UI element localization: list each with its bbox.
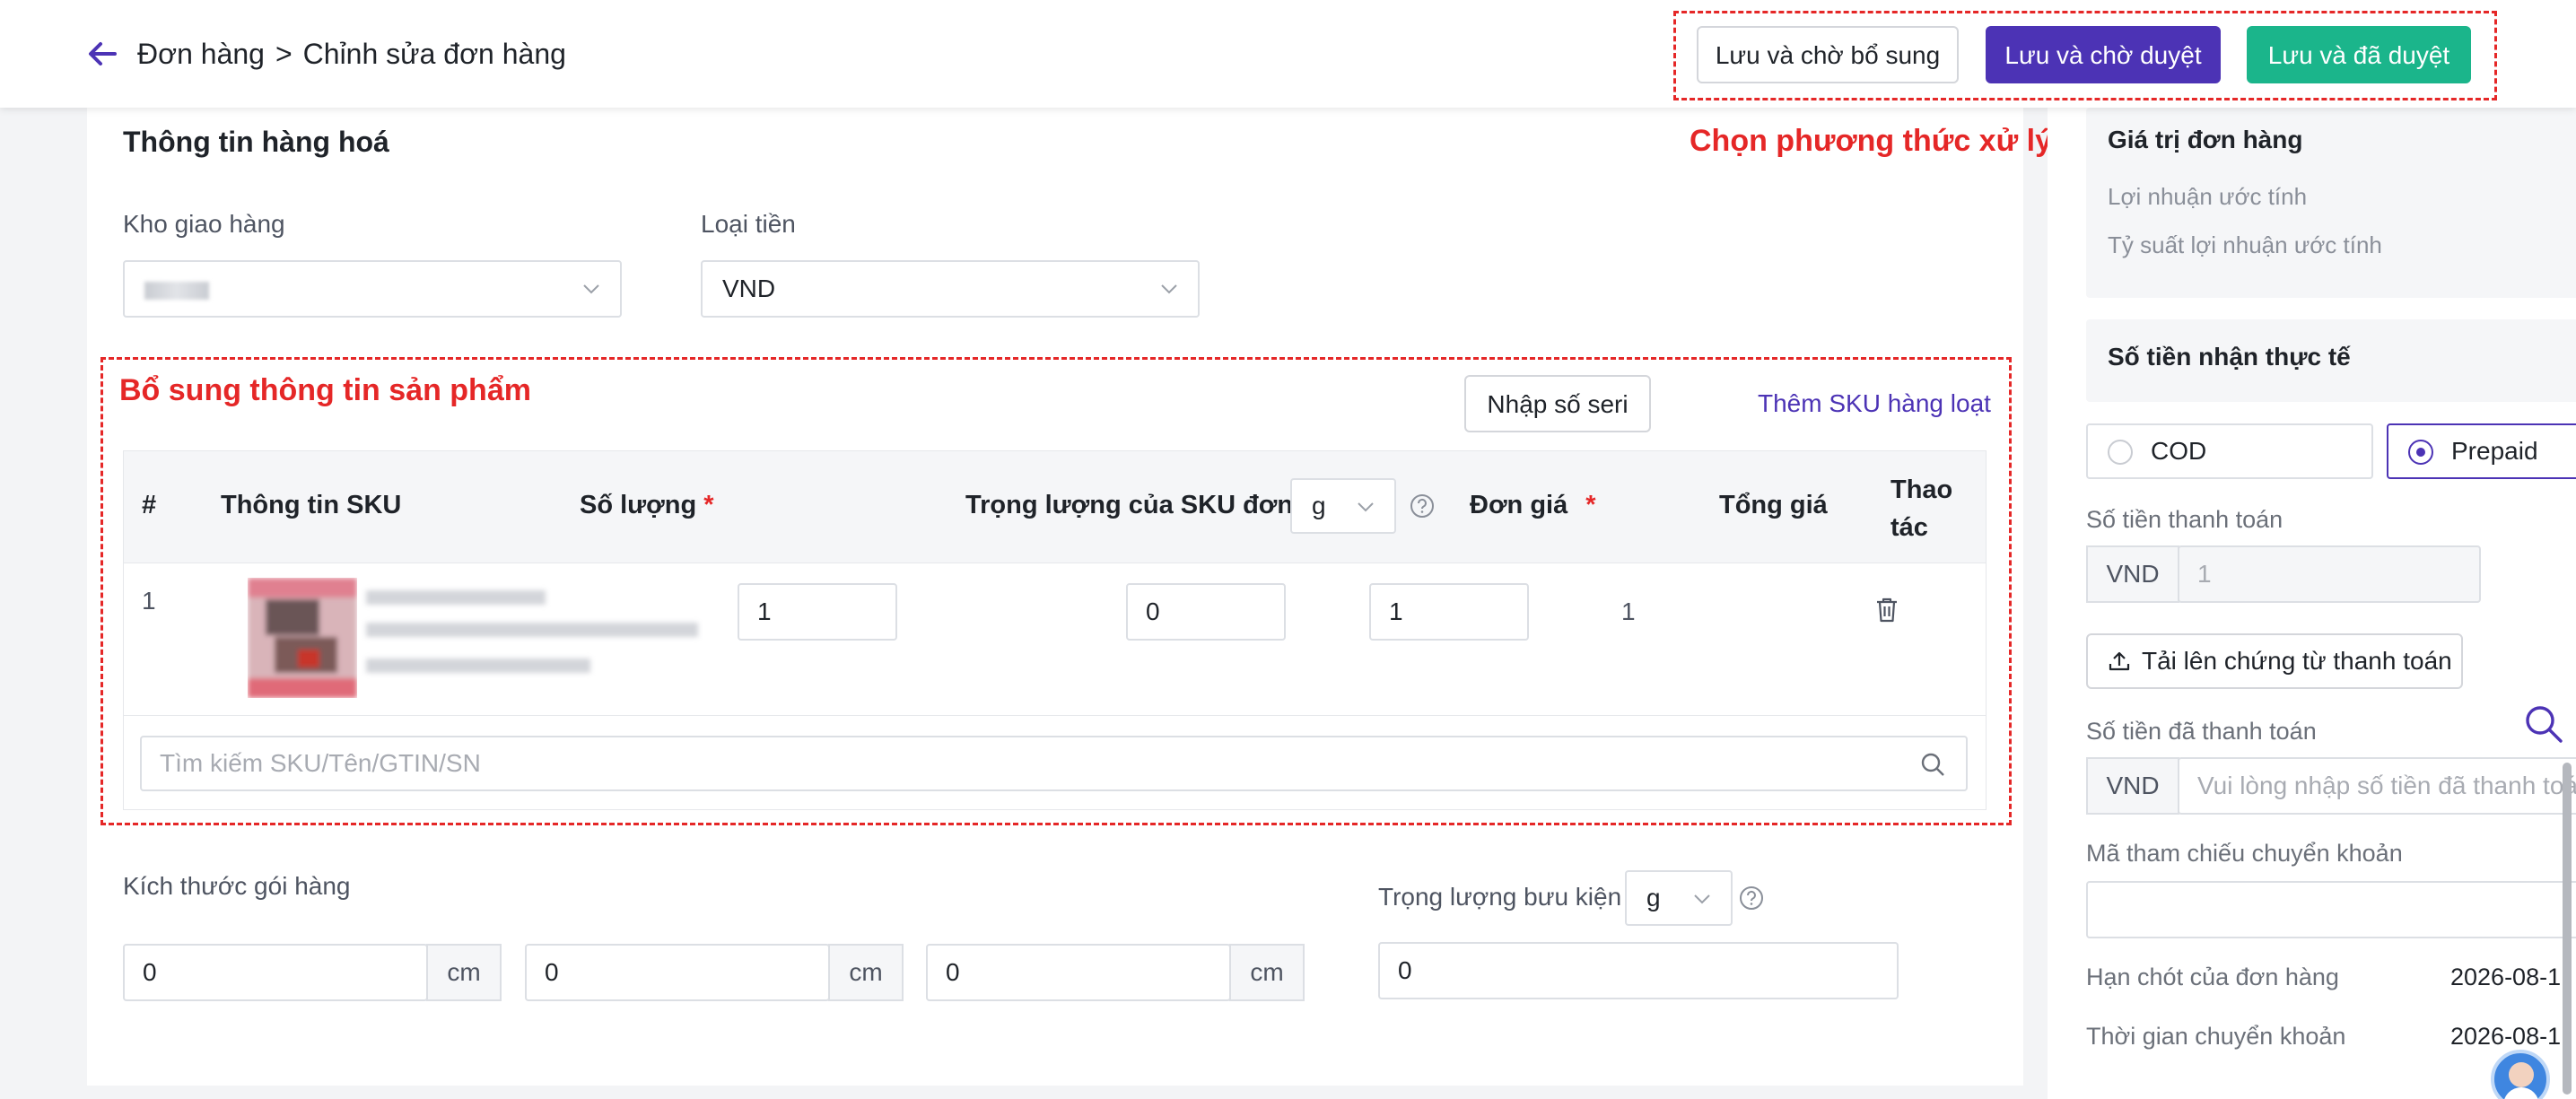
sku-table-header: # Thông tin SKU Số lượng * Trọng lượng củ…: [123, 450, 1987, 563]
warehouse-label: Kho giao hàng: [123, 210, 285, 238]
cod-radio[interactable]: COD: [2086, 423, 2373, 479]
breadcrumb-current: Chỉnh sửa đơn hàng: [302, 38, 566, 70]
section-title: Thông tin hàng hoá: [123, 126, 389, 158]
product-thumbnail: [248, 578, 357, 698]
paid-currency: VND: [2086, 757, 2179, 815]
row-total: 1: [1621, 597, 1636, 625]
transfer-time-label: Thời gian chuyển khoản: [2086, 1023, 2346, 1050]
avatar-body: [2503, 1087, 2539, 1099]
package-height-input[interactable]: 0: [926, 944, 1231, 1001]
col-unit-price: Đơn giá *: [1470, 491, 1596, 519]
required-mark: *: [1585, 491, 1596, 519]
currency-select[interactable]: VND: [701, 260, 1200, 318]
col-quantity: Số lượng *: [580, 491, 714, 519]
col-weight: Trọng lượng của SKU đơn lẻ: [965, 491, 1323, 519]
parcel-weight-input[interactable]: 0: [1378, 942, 1899, 999]
sku-code-blurred: [366, 623, 698, 637]
radio-dot: [2108, 440, 2133, 465]
prepaid-label: Prepaid: [2451, 437, 2538, 465]
search-icon[interactable]: [2523, 703, 2564, 745]
chevron-down-icon: [1358, 502, 1374, 512]
cod-label: COD: [2151, 437, 2207, 465]
annotation-choose-method: Chọn phương thức xử lý: [1690, 124, 2053, 158]
help-icon[interactable]: [1738, 885, 1765, 911]
prepaid-radio[interactable]: Prepaid: [2387, 423, 2576, 479]
paid-amount-label: Số tiền đã thanh toán: [2086, 718, 2317, 745]
side-panel-scrollbar[interactable]: [2563, 763, 2572, 1095]
sku-attr-blurred: [366, 659, 590, 673]
transfer-reference-input[interactable]: [2086, 881, 2576, 938]
unit-price-input[interactable]: 1: [1369, 583, 1529, 641]
width-unit: cm: [828, 944, 904, 1001]
col-index: #: [142, 491, 157, 519]
bulk-add-sku-link[interactable]: Thêm SKU hàng loạt: [1758, 389, 1991, 418]
save-wait-approve-button[interactable]: Lưu và chờ duyệt: [1986, 26, 2221, 83]
col-total: Tổng giá: [1719, 491, 1828, 519]
transfer-reference-label: Mã tham chiếu chuyển khoản: [2086, 840, 2403, 867]
package-length-input[interactable]: 0: [123, 944, 428, 1001]
warehouse-value-blurred: [144, 281, 209, 300]
breadcrumb-separator: >: [275, 38, 293, 70]
col-action: Thao tác: [1891, 475, 1953, 542]
back-arrow-icon[interactable]: [83, 34, 122, 74]
radio-dot-selected: [2408, 440, 2433, 465]
payment-amount-label: Số tiền thanh toán: [2086, 506, 2283, 533]
annotation-product-info: Bổ sung thông tin sản phẩm: [119, 373, 531, 407]
length-unit: cm: [426, 944, 502, 1001]
upload-button-label: Tải lên chứng từ thanh toán: [2142, 647, 2452, 675]
estimated-profit-label: Lợi nhuận ước tính: [2108, 183, 2308, 210]
actual-received-card: Số tiền nhận thực tế: [2086, 319, 2576, 402]
avatar-face: [2509, 1062, 2534, 1087]
chevron-down-icon: [1694, 894, 1710, 904]
sku-search-row: Tìm kiếm SKU/Tên/GTIN/SN: [123, 716, 1987, 810]
weight-input[interactable]: 0: [1126, 583, 1286, 641]
actual-received-title: Số tiền nhận thực tế: [2108, 343, 2351, 371]
search-icon[interactable]: [1920, 752, 1945, 777]
payment-currency: VND: [2086, 545, 2179, 603]
package-width-input[interactable]: 0: [525, 944, 830, 1001]
save-approved-button[interactable]: Lưu và đã duyệt: [2247, 26, 2471, 83]
sku-search-input[interactable]: Tìm kiếm SKU/Tên/GTIN/SN: [140, 736, 1968, 791]
transfer-time-value: 2026-08-1: [2450, 1023, 2562, 1050]
upload-payment-proof-button[interactable]: Tải lên chứng từ thanh toán: [2086, 633, 2463, 689]
breadcrumb-orders[interactable]: Đơn hàng: [137, 38, 265, 70]
payment-amount-input[interactable]: 1: [2178, 545, 2481, 603]
order-summary-panel: Giá trị đơn hàng Lợi nhuận ước tính Tỷ s…: [2048, 108, 2576, 1099]
trash-icon[interactable]: [1873, 596, 1900, 624]
quantity-input[interactable]: 1: [738, 583, 897, 641]
upload-icon: [2109, 651, 2130, 671]
warehouse-select[interactable]: [123, 260, 622, 318]
weight-unit-select[interactable]: g: [1290, 478, 1396, 534]
sku-name-blurred: [366, 590, 546, 605]
paid-amount-input[interactable]: Vui lòng nhập số tiền đã thanh toán: [2178, 757, 2576, 815]
deadline-label: Hạn chót của đơn hàng: [2086, 964, 2339, 990]
top-header: Đơn hàng > Chỉnh sửa đơn hàng Lưu và chờ b…: [0, 0, 2576, 108]
currency-label: Loại tiền: [701, 210, 796, 238]
breadcrumb: Đơn hàng > Chỉnh sửa đơn hàng: [137, 34, 566, 74]
row-index: 1: [142, 587, 156, 615]
currency-value: VND: [722, 275, 776, 302]
estimated-margin-label: Tỷ suất lợi nhuận ước tính: [2108, 231, 2382, 258]
goods-info-panel: Thông tin hàng hoá Chọn phương thức xử l…: [87, 108, 2052, 1086]
help-icon[interactable]: [1409, 493, 1436, 519]
height-unit: cm: [1229, 944, 1305, 1001]
required-mark: *: [703, 491, 714, 519]
col-sku-info: Thông tin SKU: [221, 491, 402, 519]
table-row: 1 1 0 1 1: [123, 563, 1987, 716]
deadline-value: 2026-08-1: [2450, 964, 2562, 990]
parcel-weight-label: Trọng lượng bưu kiện: [1378, 883, 1622, 911]
package-size-label: Kích thước gói hàng: [123, 872, 351, 900]
chevron-down-icon: [1161, 284, 1177, 294]
order-value-card: Giá trị đơn hàng Lợi nhuận ước tính Tỷ s…: [2086, 108, 2576, 298]
order-value-title: Giá trị đơn hàng: [2108, 126, 2303, 153]
chevron-down-icon: [583, 284, 599, 294]
save-wait-supplement-button[interactable]: Lưu và chờ bổ sung: [1697, 26, 1959, 83]
parcel-weight-unit-select[interactable]: g: [1625, 870, 1733, 926]
support-avatar[interactable]: [2491, 1050, 2550, 1099]
enter-serial-button[interactable]: Nhập số seri: [1464, 375, 1651, 432]
